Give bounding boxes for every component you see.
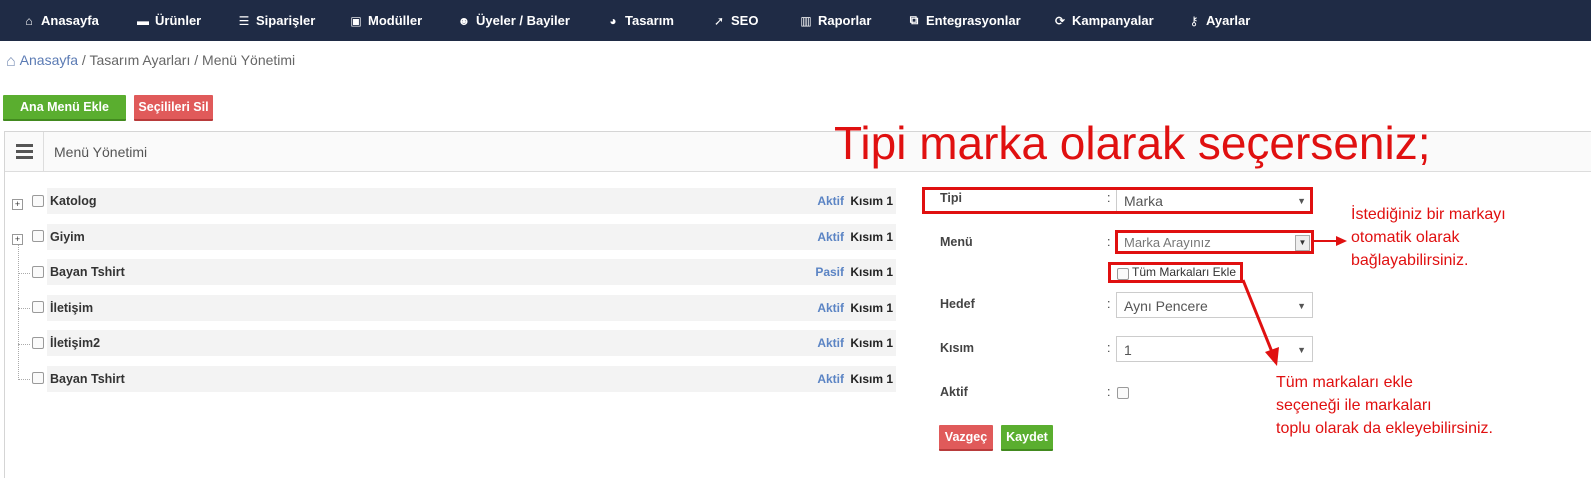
annotation-line: seçeneği ile markaları (1276, 397, 1432, 414)
annotation-line: toplu olarak da ekleyebilirsiniz. (1276, 420, 1493, 437)
annotation-line: bağlayabilirsiniz. (1351, 252, 1469, 269)
annotation-note-2: Tüm markaları ekle seçeneği ile markalar… (1276, 371, 1493, 440)
annotation-line: Tüm markaları ekle (1276, 374, 1413, 391)
annotation-line: otomatik olarak (1351, 229, 1460, 246)
annotation-note-1: İstediğiniz bir markayı otomatik olarak … (1351, 203, 1506, 272)
annotation-line: İstediğiniz bir markayı (1351, 206, 1506, 223)
